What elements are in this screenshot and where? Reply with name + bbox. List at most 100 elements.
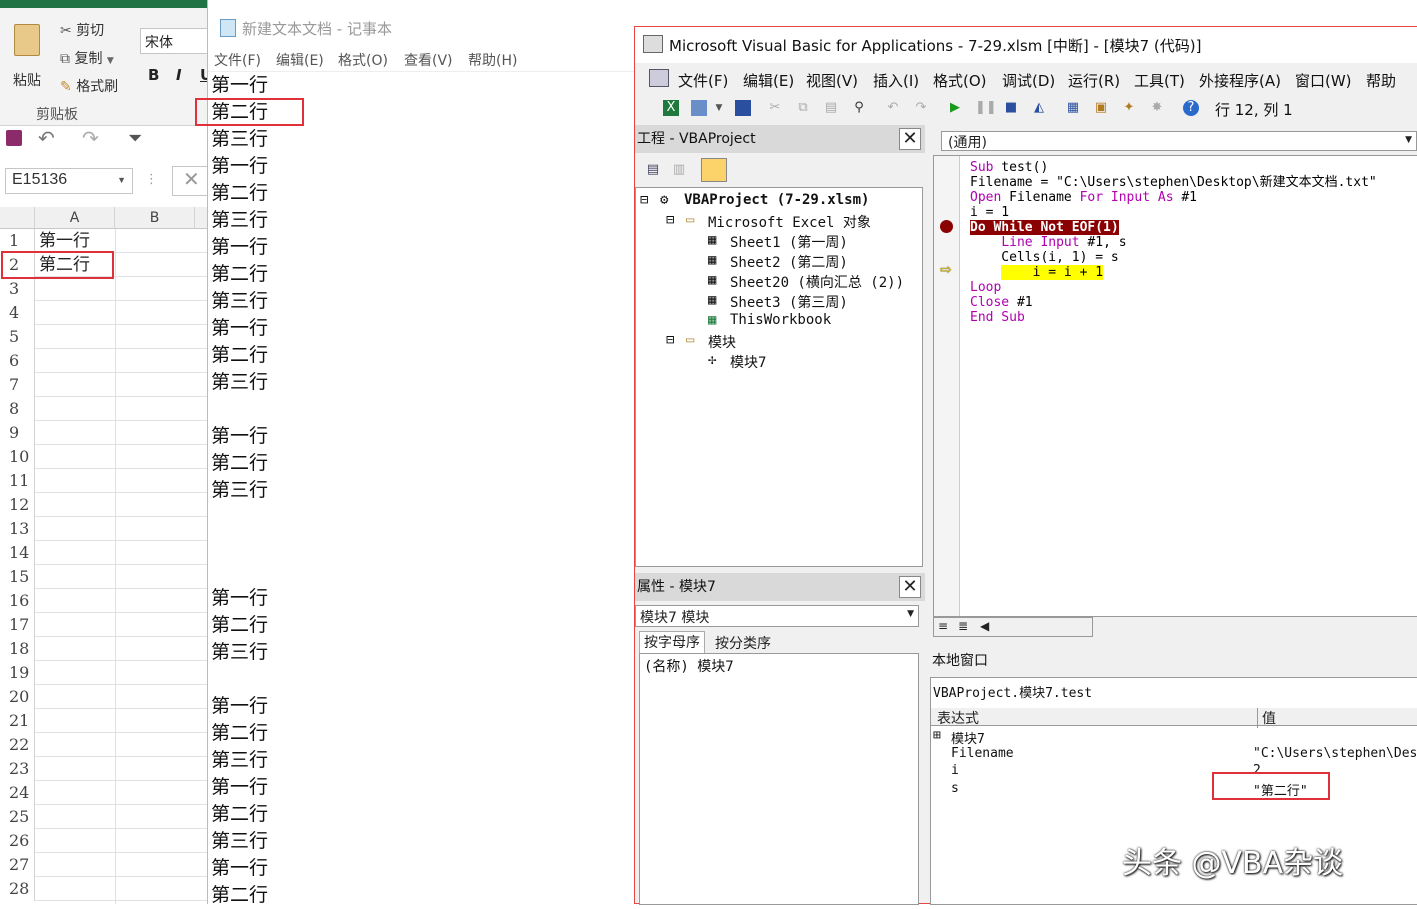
column-header-expression[interactable]: 表达式 (937, 708, 979, 728)
vba-menu-file[interactable]: 文件(F) (678, 70, 728, 91)
tree-thisworkbook[interactable]: ThisWorkbook (730, 312, 831, 328)
notepad-menu-edit[interactable]: 编辑(E) (276, 50, 324, 70)
cancel-formula-icon[interactable]: ✕ (172, 166, 207, 196)
properties-pane-close-button[interactable]: ✕ (899, 576, 921, 598)
breakpoint-icon[interactable] (940, 220, 953, 233)
cut-button[interactable]: ✂ 剪切 (60, 20, 104, 40)
cut-icon[interactable]: ✂ (767, 100, 783, 116)
notepad-menu-file[interactable]: 文件(F) (214, 50, 261, 70)
row-header[interactable]: 4 (0, 301, 35, 325)
column-header-value[interactable]: 值 (1257, 708, 1276, 728)
worksheet-grid[interactable]: A B 1 2 3 4 5 6 7 8 9 10 11 12 13 14 15 16 17 18 19 20 21 22 2… (0, 207, 207, 904)
tree-expander[interactable]: ⊟ (666, 332, 674, 348)
run-icon[interactable]: ▶ (947, 100, 963, 116)
row-header[interactable]: 28 (0, 877, 35, 901)
row-header[interactable]: 18 (0, 637, 35, 661)
project-explorer-icon[interactable]: ▦ (1065, 100, 1081, 116)
column-header-c[interactable] (195, 207, 207, 229)
full-module-view-icon[interactable]: ≣ (958, 619, 968, 633)
row-header[interactable]: 10 (0, 445, 35, 469)
underline-button[interactable]: U (200, 66, 207, 84)
row-header[interactable]: 8 (0, 397, 35, 421)
locals-row-filename-expr[interactable]: Filename (951, 746, 1014, 761)
vba-menu-view[interactable]: 视图(V) (806, 70, 858, 91)
expand-icon[interactable]: ⊞ (933, 728, 941, 743)
procedure-combo[interactable]: (通用) ▼ (941, 131, 1417, 151)
copy-button[interactable]: ⧉ 复制 ▼ (60, 48, 114, 68)
vba-menu-window[interactable]: 窗口(W) (1295, 70, 1352, 91)
row-header[interactable]: 12 (0, 493, 35, 517)
row-header[interactable]: 1 (0, 229, 35, 253)
row-header[interactable]: 23 (0, 757, 35, 781)
vba-menu-insert[interactable]: 插入(I) (873, 70, 919, 91)
paste-button[interactable]: 粘贴 (8, 18, 52, 98)
redo-icon[interactable]: ↷ (913, 100, 929, 116)
project-tree[interactable]: ⊟ ⚙ VBAProject (7-29.xlsm) ⊟ ▭ Microsoft… (635, 187, 923, 567)
tree-sheet20[interactable]: Sheet20 (横向汇总 (2)) (730, 272, 904, 292)
row-header[interactable]: 19 (0, 661, 35, 685)
notepad-menu-help[interactable]: 帮助(H) (468, 50, 517, 70)
row-header[interactable]: 3 (0, 277, 35, 301)
column-header-b[interactable]: B (115, 207, 195, 229)
row-header[interactable]: 15 (0, 565, 35, 589)
tree-sheet2[interactable]: Sheet2 (第二周) (730, 252, 848, 272)
row-header[interactable]: 14 (0, 541, 35, 565)
toolbox-icon[interactable]: ✸ (1149, 100, 1165, 116)
bold-button[interactable]: B (148, 66, 159, 84)
help-icon[interactable]: ? (1183, 100, 1199, 116)
tab-alphabetic[interactable]: 按字母序 (639, 631, 705, 653)
notepad-menu-format[interactable]: 格式(O) (338, 50, 388, 70)
cell-a1[interactable]: 第一行 (39, 229, 90, 253)
vba-menu-format[interactable]: 格式(O) (933, 70, 987, 91)
row-header[interactable]: 9 (0, 421, 35, 445)
tree-expander[interactable]: ⊟ (666, 212, 674, 228)
select-all-corner[interactable] (0, 207, 35, 229)
locals-row-i-expr[interactable]: i (951, 763, 959, 778)
notepad-text-area[interactable]: 第一行 第二行 第三行 第一行 第二行 第三行 第一行 第二行 第三行 第一行 第二行 第三行 第一行第… (195, 72, 636, 906)
code-editor[interactable]: ⇨ Sub test() Filename = "C:\Users\stephe… (933, 155, 1417, 617)
view-excel-icon[interactable]: X (663, 100, 679, 116)
filter-icon[interactable]: ⏷ (128, 128, 142, 149)
locals-row-module[interactable]: 模块7 (951, 728, 985, 747)
tree-sheet1[interactable]: Sheet1 (第一周) (730, 232, 848, 252)
reset-icon[interactable]: ■ (1003, 100, 1019, 116)
format-painter-button[interactable]: ✎ 格式刷 (60, 76, 118, 96)
italic-button[interactable]: I (176, 66, 182, 84)
vba-menu-run[interactable]: 运行(R) (1068, 70, 1120, 91)
row-header[interactable]: 16 (0, 589, 35, 613)
tree-module7[interactable]: 模块7 (730, 352, 766, 372)
properties-grid[interactable]: (名称) 模块7 (639, 653, 919, 905)
vba-menu-debug[interactable]: 调试(D) (1002, 70, 1055, 91)
toggle-folders-icon[interactable] (701, 158, 727, 182)
properties-icon[interactable]: ▣ (1093, 100, 1109, 116)
locals-row-s-expr[interactable]: s (951, 781, 959, 796)
view-object-icon[interactable]: ▥ (671, 162, 687, 178)
row-header[interactable]: 21 (0, 709, 35, 733)
row-header[interactable]: 27 (0, 853, 35, 877)
insert-userform-icon[interactable] (691, 100, 707, 116)
font-name-combo[interactable]: 宋体 (140, 28, 207, 54)
code-view-buttons[interactable]: ≡ ≣ ◀ (933, 617, 1093, 637)
project-pane-close-button[interactable]: ✕ (899, 128, 921, 150)
design-mode-icon[interactable]: ◭ (1031, 100, 1047, 116)
properties-object-combo[interactable]: 模块7 模块 ▼ (635, 605, 919, 627)
tree-expander[interactable]: ⊟ (640, 192, 648, 208)
object-browser-icon[interactable]: ✦ (1121, 100, 1137, 116)
paste-icon[interactable]: ▤ (823, 100, 839, 116)
vba-menu-edit[interactable]: 编辑(E) (743, 70, 794, 91)
row-header[interactable]: 25 (0, 805, 35, 829)
row-header[interactable]: 24 (0, 781, 35, 805)
property-name-row[interactable]: (名称) 模块7 (644, 656, 734, 676)
row-header[interactable]: 11 (0, 469, 35, 493)
save-icon[interactable] (6, 130, 22, 146)
tree-modules-folder[interactable]: 模块 (708, 332, 736, 352)
chevron-down-icon[interactable]: ▼ (711, 100, 727, 116)
break-icon[interactable]: ❚❚ (975, 100, 997, 116)
name-box[interactable]: E15136 ▼ (5, 168, 133, 194)
view-code-icon[interactable]: ▤ (645, 162, 661, 178)
scroll-left-icon[interactable]: ◀ (980, 619, 989, 633)
row-header[interactable]: 13 (0, 517, 35, 541)
row-header[interactable]: 26 (0, 829, 35, 853)
tree-excel-objects[interactable]: Microsoft Excel 对象 (708, 212, 871, 232)
tree-sheet3[interactable]: Sheet3 (第三周) (730, 292, 848, 312)
